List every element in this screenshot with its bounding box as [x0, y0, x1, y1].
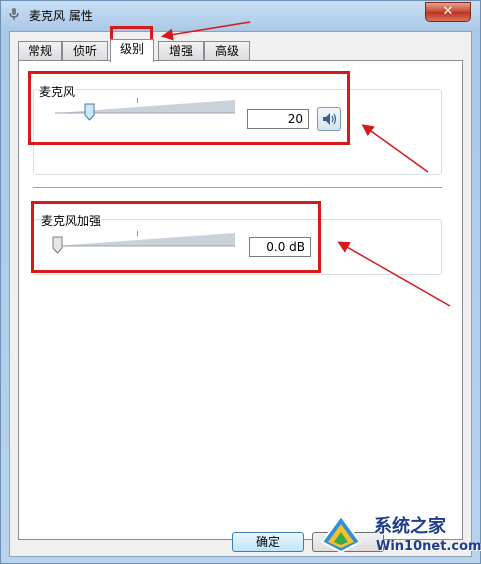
arrow-to-microphone: [361, 124, 429, 173]
annotation-arrows: [161, 21, 451, 307]
tab-levels[interactable]: 级别: [110, 39, 154, 62]
watermark-logo-icon: [320, 514, 362, 554]
watermark-site: Win10net.com: [376, 539, 481, 554]
site-watermark: 系统之家 Win10net.com: [318, 510, 481, 560]
watermark-title: 系统之家: [374, 516, 446, 537]
arrow-to-tab: [161, 21, 251, 41]
arrow-to-boost: [337, 241, 451, 307]
